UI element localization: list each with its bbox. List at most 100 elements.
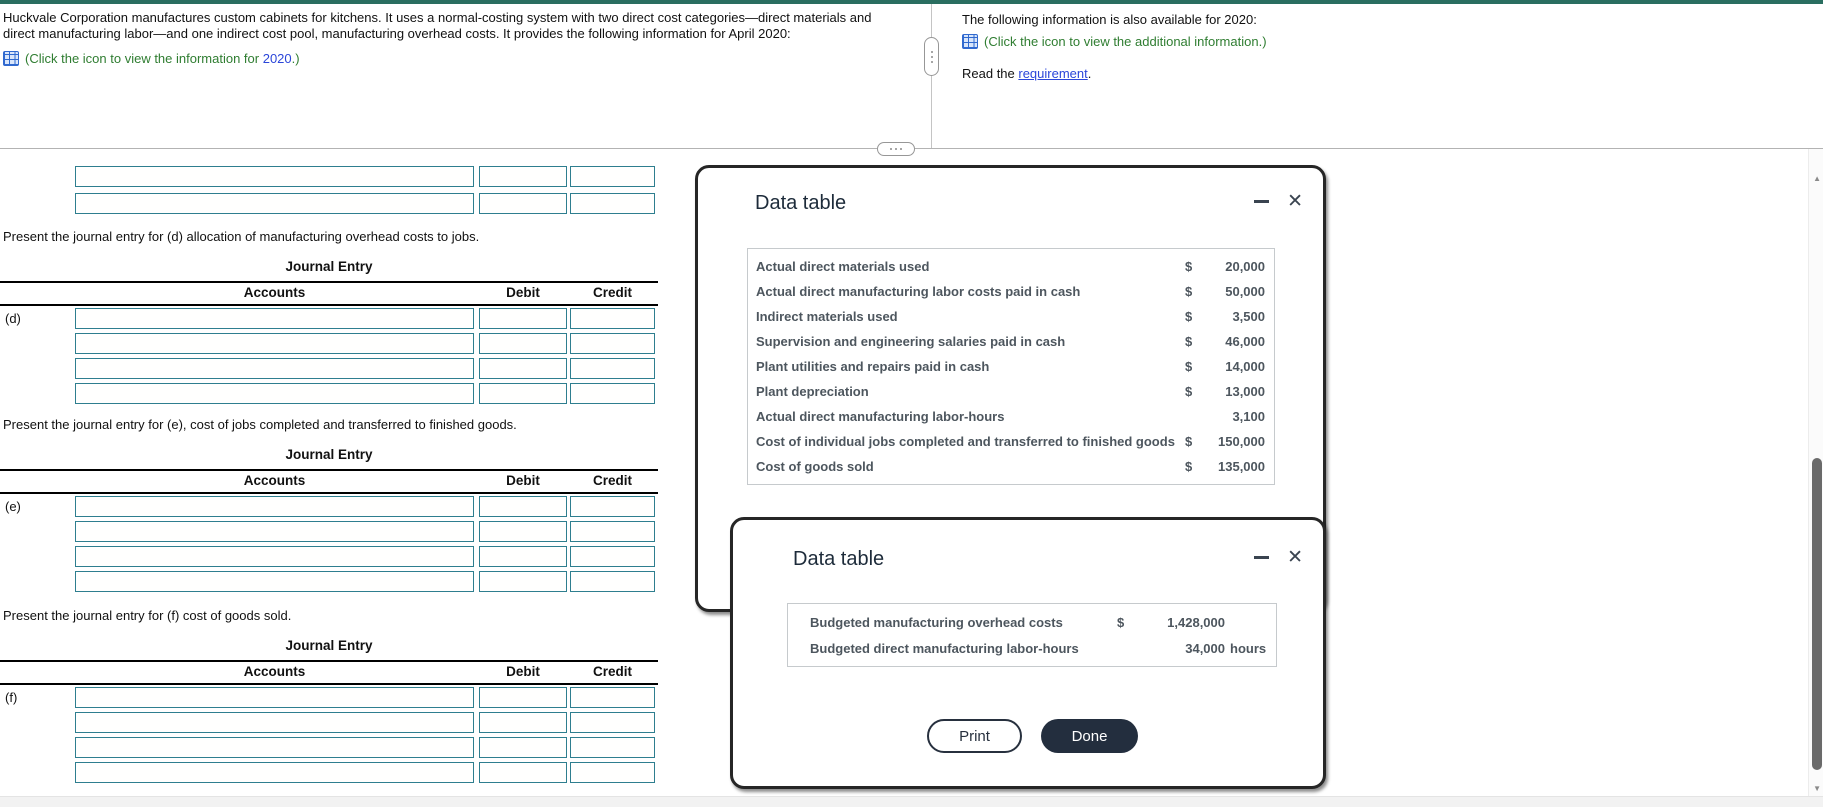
account-input[interactable]: [75, 358, 474, 379]
debit-header: Debit: [506, 473, 540, 488]
close-icon[interactable]: ✕: [1287, 192, 1303, 211]
table-row: Actual direct manufacturing labor costs …: [748, 279, 1274, 304]
accounts-header: Accounts: [243, 664, 306, 679]
table-rule: [0, 304, 658, 306]
account-input[interactable]: [75, 737, 474, 758]
credit-input[interactable]: [570, 762, 655, 783]
row-amount: 1,428,000: [1167, 614, 1225, 630]
account-input[interactable]: [75, 762, 474, 783]
data-table-icon[interactable]: [962, 34, 978, 49]
problem-statement-left: Huckvale Corporation manufactures custom…: [3, 10, 888, 67]
journal-entry-title: Journal Entry: [285, 638, 373, 653]
row-label: Supervision and engineering salaries pai…: [756, 334, 1066, 349]
row-label: Indirect materials used: [756, 309, 898, 324]
year-link[interactable]: 2020: [263, 51, 292, 66]
currency-symbol: $: [1185, 309, 1193, 324]
row-label: Cost of goods sold: [756, 459, 874, 474]
split-resize-handle[interactable]: [877, 142, 915, 156]
table-rule: [0, 660, 658, 662]
credit-input[interactable]: [570, 193, 655, 214]
dialog-title: Data table: [793, 548, 885, 570]
debit-input[interactable]: [479, 496, 567, 517]
journal-section-d: Present the journal entry for (d) alloca…: [0, 229, 662, 409]
row-amount: 150,000: [1218, 434, 1265, 449]
debit-input[interactable]: [479, 193, 567, 214]
data-table-icon[interactable]: [3, 51, 19, 67]
account-input[interactable]: [75, 687, 474, 708]
table-rule: [0, 469, 658, 471]
debit-input[interactable]: [479, 737, 567, 758]
debit-input[interactable]: [479, 333, 567, 354]
accounts-header: Accounts: [243, 473, 306, 488]
credit-input[interactable]: [570, 358, 655, 379]
credit-input[interactable]: [570, 546, 655, 567]
table-rule: [0, 281, 658, 283]
debit-input[interactable]: [479, 571, 567, 592]
row-label: Plant utilities and repairs paid in cash: [756, 359, 990, 374]
row-label: Actual direct manufacturing labor-hours: [756, 409, 1005, 424]
table-rule: [0, 683, 658, 685]
scroll-up-arrow[interactable]: ▲: [1813, 174, 1821, 183]
currency-symbol: $: [1185, 259, 1193, 274]
account-input[interactable]: [75, 712, 474, 733]
data-table: Actual direct materials used $20,000 Actu…: [747, 248, 1275, 485]
credit-header: Credit: [592, 664, 632, 679]
section-prompt: Present the journal entry for (e), cost …: [3, 417, 517, 432]
credit-input[interactable]: [570, 383, 655, 404]
debit-input[interactable]: [479, 166, 567, 187]
row-label: Actual direct manufacturing labor costs …: [756, 284, 1081, 299]
table-rule: [0, 492, 658, 494]
row-amount: 3,100: [1232, 409, 1265, 424]
credit-input[interactable]: [570, 308, 655, 329]
debit-input[interactable]: [479, 762, 567, 783]
journal-entry-title: Journal Entry: [285, 447, 373, 462]
credit-input[interactable]: [570, 687, 655, 708]
debit-input[interactable]: [479, 358, 567, 379]
instruction-text: .): [291, 50, 300, 66]
debit-input[interactable]: [479, 383, 567, 404]
dialog-title: Data table: [755, 192, 847, 214]
table-row: Budgeted manufacturing overhead costs $1,…: [788, 609, 1276, 635]
currency-symbol: $: [1185, 384, 1193, 399]
credit-input[interactable]: [570, 496, 655, 517]
credit-input[interactable]: [570, 521, 655, 542]
row-amount: 14,000: [1225, 359, 1265, 374]
credit-input[interactable]: [570, 333, 655, 354]
print-button[interactable]: Print: [927, 719, 1022, 753]
currency-symbol: $: [1185, 459, 1193, 474]
requirement-link[interactable]: requirement: [1018, 66, 1087, 81]
problem-text-line: Huckvale Corporation manufactures custom…: [3, 10, 872, 25]
debit-input[interactable]: [479, 712, 567, 733]
account-input[interactable]: [75, 521, 474, 542]
minimize-icon[interactable]: [1254, 556, 1269, 559]
scroll-down-arrow[interactable]: ▼: [1813, 784, 1821, 793]
account-input[interactable]: [75, 571, 474, 592]
row-amount: 13,000: [1225, 384, 1265, 399]
debit-input[interactable]: [479, 546, 567, 567]
credit-input[interactable]: [570, 571, 655, 592]
close-icon[interactable]: ✕: [1287, 548, 1303, 567]
account-input[interactable]: [75, 166, 474, 187]
problem-text-line: direct manufacturing labor—and one indir…: [3, 25, 791, 41]
done-button[interactable]: Done: [1041, 719, 1138, 753]
minimize-icon[interactable]: [1254, 200, 1269, 203]
bottom-edge-strip: [0, 796, 1823, 807]
account-input[interactable]: [75, 383, 474, 404]
credit-input[interactable]: [570, 737, 655, 758]
debit-input[interactable]: [479, 687, 567, 708]
account-input[interactable]: [75, 308, 474, 329]
credit-input[interactable]: [570, 712, 655, 733]
account-input[interactable]: [75, 193, 474, 214]
credit-input[interactable]: [570, 166, 655, 187]
scrollbar-thumb[interactable]: [1812, 458, 1822, 770]
debit-input[interactable]: [479, 308, 567, 329]
journal-entry-title: Journal Entry: [285, 259, 373, 274]
account-input[interactable]: [75, 546, 474, 567]
account-input[interactable]: [75, 496, 474, 517]
journal-row-partial: [0, 166, 660, 188]
row-amount: 34,000: [1185, 640, 1225, 656]
account-input[interactable]: [75, 333, 474, 354]
table-row: Cost of individual jobs completed and tr…: [748, 429, 1274, 454]
debit-input[interactable]: [479, 521, 567, 542]
pane-resize-handle[interactable]: [924, 37, 939, 76]
